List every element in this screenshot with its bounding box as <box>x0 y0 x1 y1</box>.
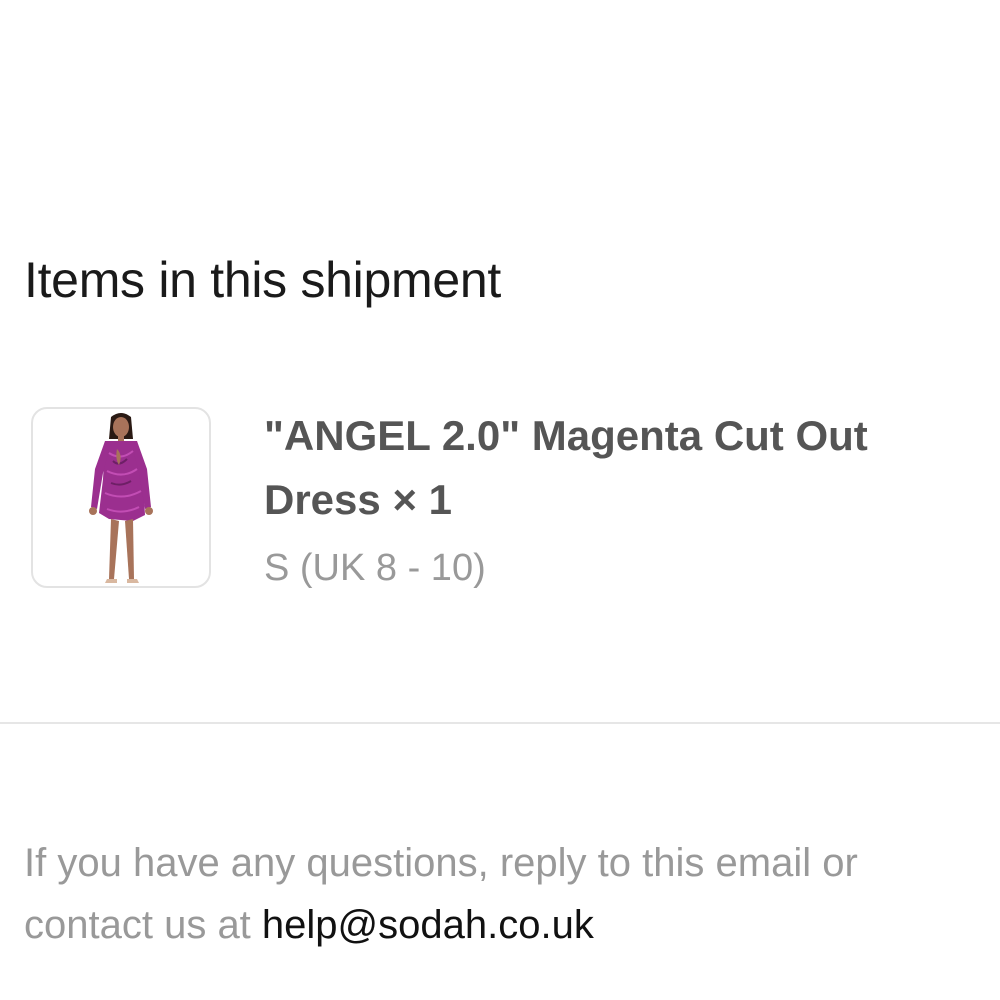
item-quantity: × 1 <box>392 476 452 523</box>
footer-text: If you have any questions, reply to this… <box>24 832 984 956</box>
item-title: "ANGEL 2.0" Magenta Cut Out Dress <box>264 412 868 523</box>
divider <box>0 722 1000 724</box>
product-dress-photo <box>89 413 153 583</box>
item-name: "ANGEL 2.0" Magenta Cut Out Dress × 1 <box>264 404 964 532</box>
support-email-link[interactable]: help@sodah.co.uk <box>262 903 594 947</box>
product-thumbnail[interactable] <box>31 407 211 588</box>
item-variant: S (UK 8 - 10) <box>264 547 486 589</box>
section-title: Items in this shipment <box>24 252 501 308</box>
